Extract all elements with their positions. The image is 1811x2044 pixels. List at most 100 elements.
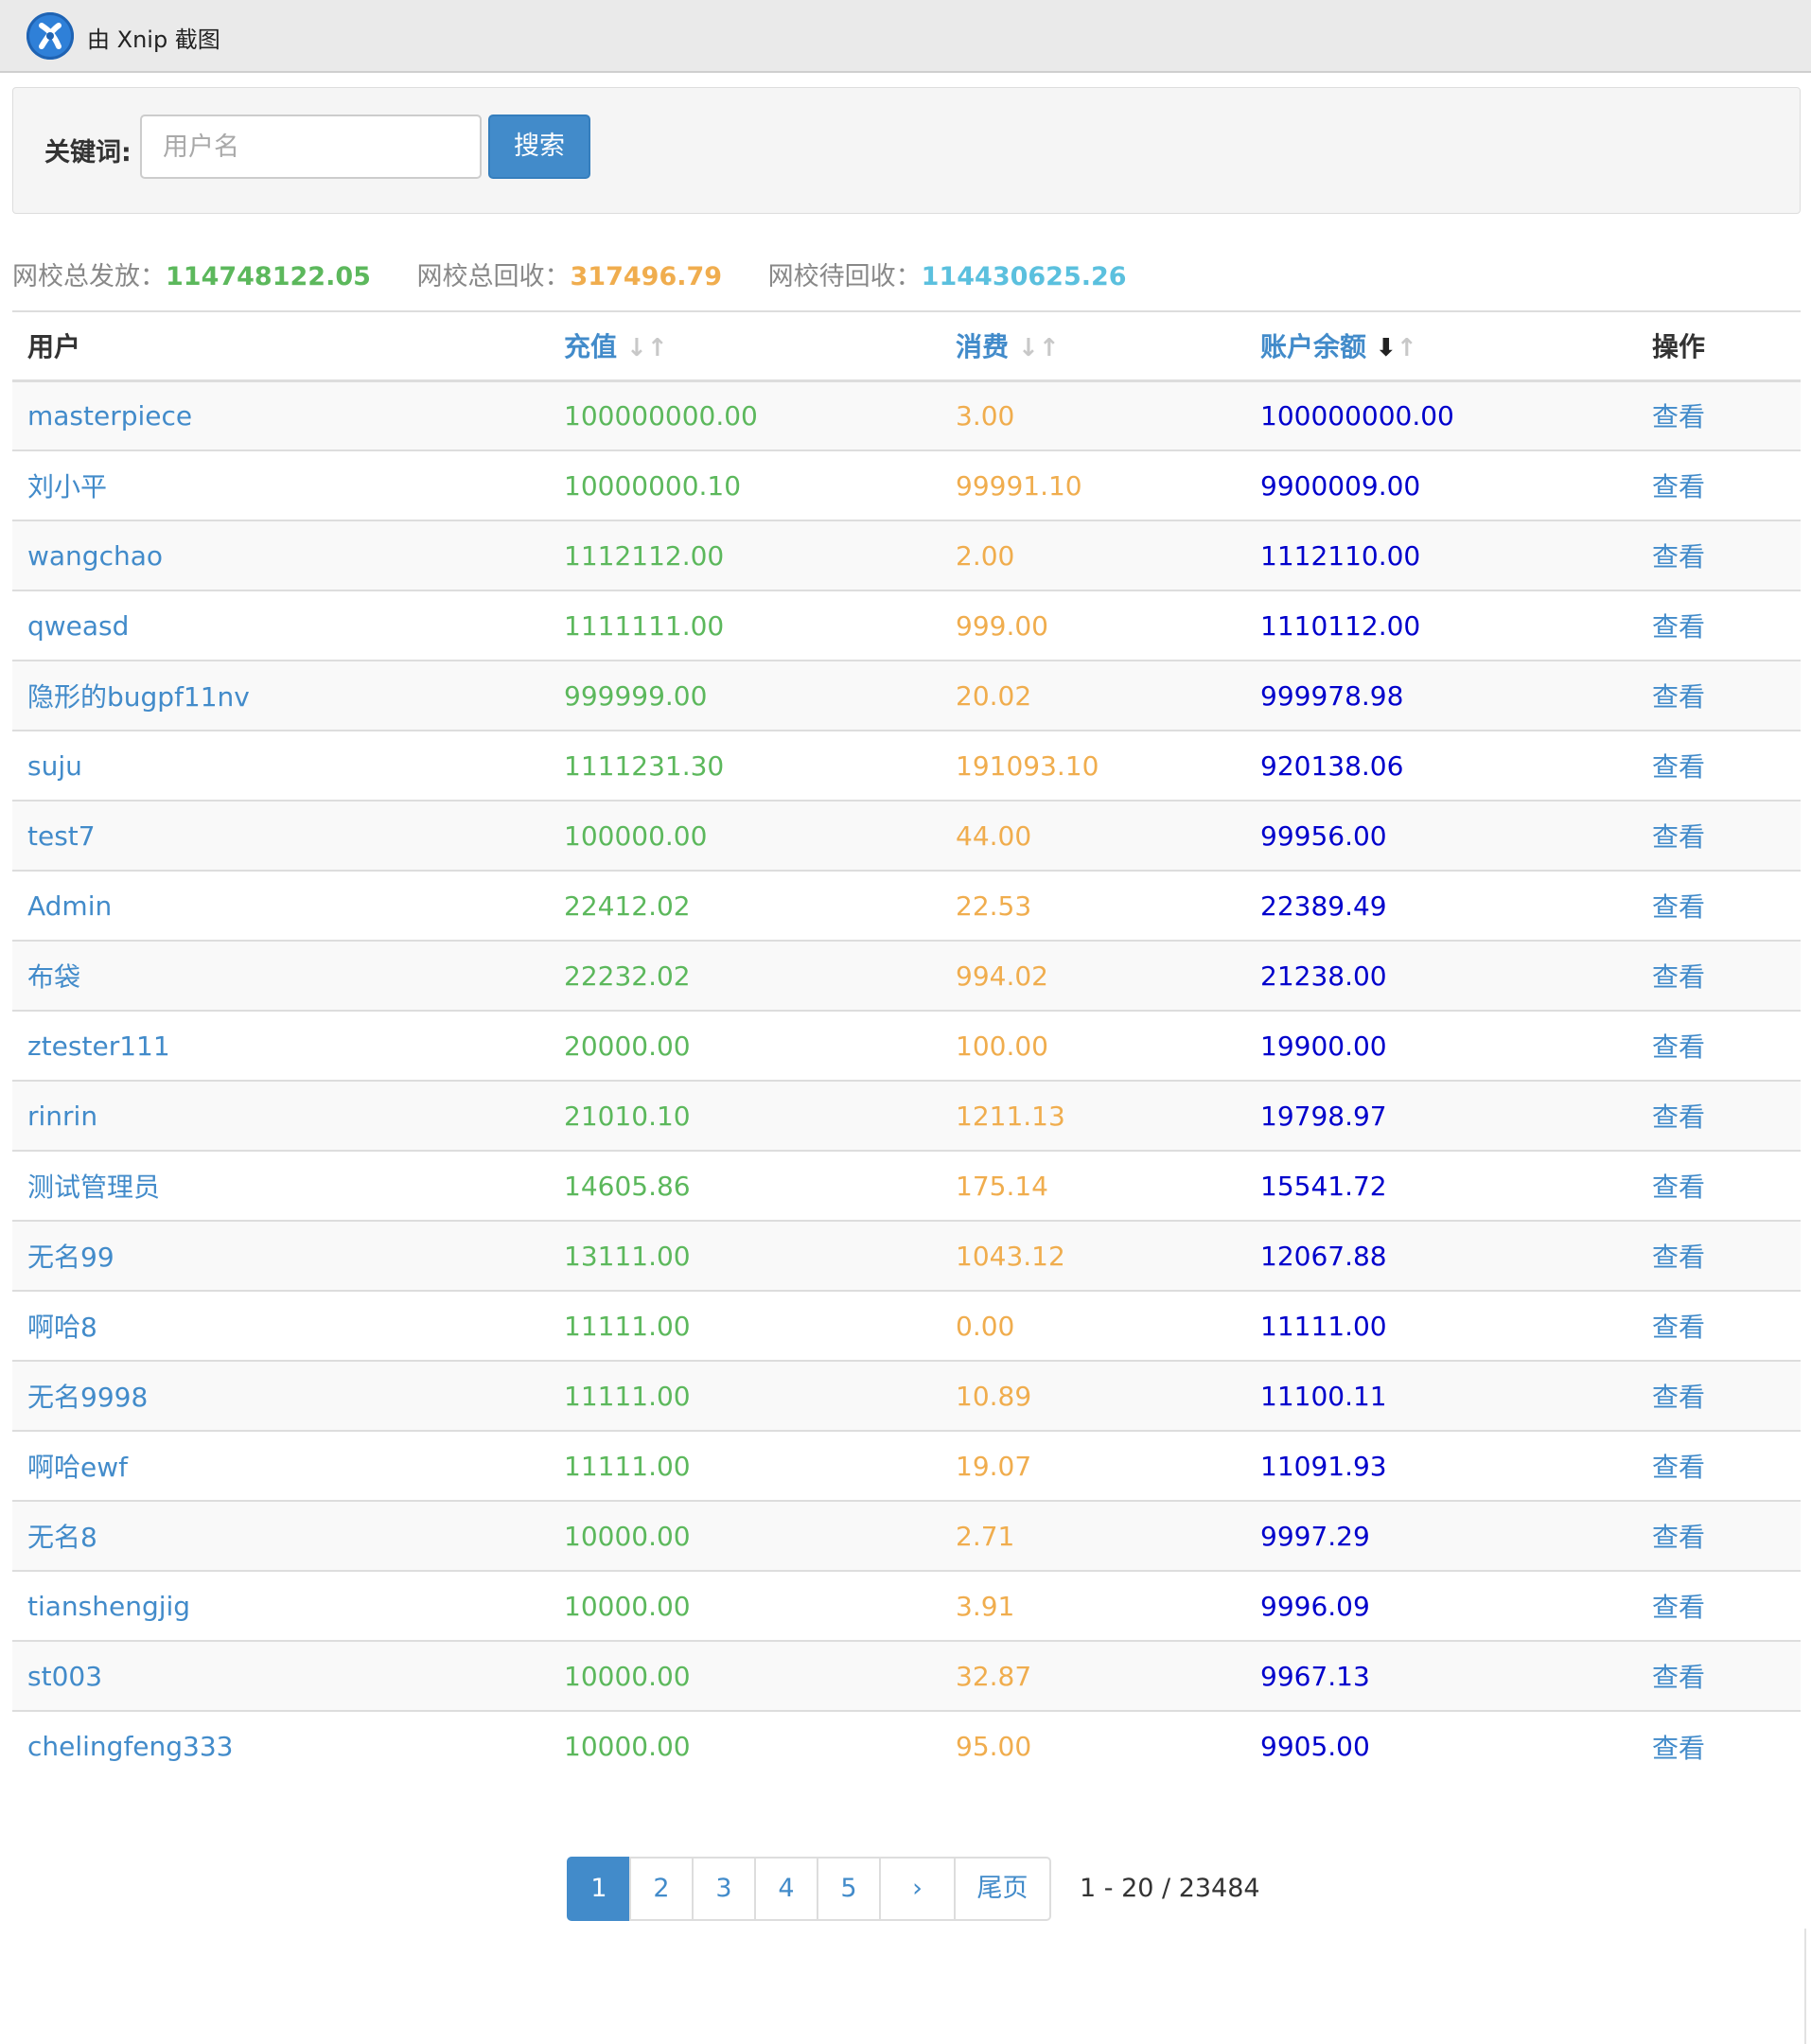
- stat-pending: 网校待回收：114430625.26: [767, 262, 1127, 291]
- user-link[interactable]: 布袋: [12, 940, 549, 1011]
- view-link[interactable]: 查看: [1637, 1290, 1801, 1361]
- balance-cell: 9905.00: [1245, 1710, 1637, 1781]
- spend-cell: 1211.13: [941, 1080, 1245, 1151]
- next-page-button[interactable]: ›: [879, 1857, 956, 1921]
- spend-cell: 2.71: [941, 1500, 1245, 1571]
- header-spend[interactable]: 消费 ↓↑: [941, 310, 1245, 382]
- view-link[interactable]: 查看: [1637, 449, 1801, 520]
- view-link[interactable]: 查看: [1637, 1710, 1801, 1781]
- user-balance-table: 用户 充值 ↓↑ 消费 ↓↑ 账户余额 ⬇↑ 操作 masterpiece 100000…: [12, 310, 1801, 1781]
- balance-cell: 920138.06: [1245, 730, 1637, 801]
- user-link[interactable]: st003: [12, 1640, 549, 1711]
- sort-down-active-icon[interactable]: ⬇: [1376, 334, 1397, 362]
- user-link[interactable]: rinrin: [12, 1080, 549, 1151]
- header-charge[interactable]: 充值 ↓↑: [549, 310, 941, 382]
- view-link[interactable]: 查看: [1637, 1430, 1801, 1501]
- user-link[interactable]: Admin: [12, 870, 549, 941]
- user-link[interactable]: wangchao: [12, 520, 549, 590]
- search-button[interactable]: 搜索: [488, 115, 590, 179]
- charge-cell: 11111.00: [549, 1430, 941, 1501]
- charge-cell: 10000.00: [549, 1640, 941, 1711]
- view-link[interactable]: 查看: [1637, 1500, 1801, 1571]
- user-link[interactable]: qweasd: [12, 590, 549, 661]
- summary-stats: 网校总发放：114748122.05 网校总回收：317496.79 网校待回收…: [12, 256, 1165, 292]
- user-link[interactable]: masterpiece: [12, 379, 549, 450]
- charge-cell: 1111231.30: [549, 730, 941, 801]
- spend-cell: 2.00: [941, 520, 1245, 590]
- view-link[interactable]: 查看: [1637, 660, 1801, 731]
- page-2-button[interactable]: 2: [629, 1857, 694, 1921]
- view-link[interactable]: 查看: [1637, 940, 1801, 1011]
- view-link[interactable]: 查看: [1637, 1150, 1801, 1221]
- stat-recovered: 网校总回收：317496.79: [416, 262, 723, 291]
- balance-cell: 9996.09: [1245, 1570, 1637, 1641]
- table-body: masterpiece 100000000.00 3.00 100000000.00 查…: [12, 379, 1801, 1781]
- spend-cell: 10.89: [941, 1360, 1245, 1431]
- sort-up-icon[interactable]: ↑: [1039, 334, 1060, 362]
- sort-down-icon[interactable]: ↓: [1018, 334, 1039, 362]
- page-3-button[interactable]: 3: [692, 1857, 756, 1921]
- balance-cell: 99956.00: [1245, 800, 1637, 871]
- user-link[interactable]: suju: [12, 730, 549, 801]
- charge-cell: 999999.00: [549, 660, 941, 731]
- stat-recovered-value: 317496.79: [570, 262, 723, 291]
- user-link[interactable]: ztester111: [12, 1010, 549, 1081]
- charge-cell: 10000.00: [549, 1570, 941, 1641]
- charge-cell: 1111111.00: [549, 590, 941, 661]
- header-user: 用户: [12, 310, 549, 382]
- user-link[interactable]: tianshengjig: [12, 1570, 549, 1641]
- sort-up-icon[interactable]: ↑: [647, 334, 668, 362]
- user-link[interactable]: 刘小平: [12, 449, 549, 520]
- view-link[interactable]: 查看: [1637, 520, 1801, 590]
- charge-cell: 14605.86: [549, 1150, 941, 1221]
- table-row: qweasd 1111111.00 999.00 1110112.00 查看: [12, 590, 1801, 661]
- balance-cell: 11100.11: [1245, 1360, 1637, 1431]
- sort-up-icon[interactable]: ↑: [1397, 334, 1417, 362]
- balance-cell: 21238.00: [1245, 940, 1637, 1011]
- window-edge: [1804, 1929, 1806, 2044]
- xnip-logo-icon: [26, 12, 74, 60]
- view-link[interactable]: 查看: [1637, 1640, 1801, 1711]
- spend-cell: 99991.10: [941, 449, 1245, 520]
- user-link[interactable]: 隐形的bugpf11nv: [12, 660, 549, 731]
- charge-cell: 10000000.10: [549, 449, 941, 520]
- username-search-input[interactable]: [140, 115, 482, 179]
- spend-cell: 3.00: [941, 379, 1245, 450]
- stat-issued: 网校总发放：114748122.05: [12, 262, 371, 291]
- user-link[interactable]: 啊哈8: [12, 1290, 549, 1361]
- spend-cell: 44.00: [941, 800, 1245, 871]
- table-row: 无名8 10000.00 2.71 9997.29 查看: [12, 1500, 1801, 1571]
- view-link[interactable]: 查看: [1637, 1360, 1801, 1431]
- balance-cell: 100000000.00: [1245, 379, 1637, 450]
- user-link[interactable]: 啊哈ewf: [12, 1430, 549, 1501]
- page-4-button[interactable]: 4: [754, 1857, 818, 1921]
- view-link[interactable]: 查看: [1637, 800, 1801, 871]
- header-balance[interactable]: 账户余额 ⬇↑: [1245, 310, 1637, 382]
- view-link[interactable]: 查看: [1637, 730, 1801, 801]
- sort-down-icon[interactable]: ↓: [626, 334, 647, 362]
- last-page-button[interactable]: 尾页: [954, 1857, 1051, 1921]
- user-link[interactable]: 测试管理员: [12, 1150, 549, 1221]
- view-link[interactable]: 查看: [1637, 1570, 1801, 1641]
- user-link[interactable]: test7: [12, 800, 549, 871]
- view-link[interactable]: 查看: [1637, 1010, 1801, 1081]
- table-row: 无名99 13111.00 1043.12 12067.88 查看: [12, 1220, 1801, 1291]
- user-link[interactable]: 无名8: [12, 1500, 549, 1571]
- charge-cell: 21010.10: [549, 1080, 941, 1151]
- table-row: chelingfeng333 10000.00 95.00 9905.00 查看: [12, 1710, 1801, 1781]
- view-link[interactable]: 查看: [1637, 870, 1801, 941]
- user-link[interactable]: 无名9998: [12, 1360, 549, 1431]
- view-link[interactable]: 查看: [1637, 1080, 1801, 1151]
- user-link[interactable]: chelingfeng333: [12, 1710, 549, 1781]
- view-link[interactable]: 查看: [1637, 1220, 1801, 1291]
- view-link[interactable]: 查看: [1637, 379, 1801, 450]
- user-link[interactable]: 无名99: [12, 1220, 549, 1291]
- table-row: st003 10000.00 32.87 9967.13 查看: [12, 1640, 1801, 1711]
- table-row: test7 100000.00 44.00 99956.00 查看: [12, 800, 1801, 871]
- page-5-button[interactable]: 5: [817, 1857, 881, 1921]
- header-action: 操作: [1637, 310, 1801, 382]
- charge-cell: 11111.00: [549, 1290, 941, 1361]
- view-link[interactable]: 查看: [1637, 590, 1801, 661]
- spend-cell: 3.91: [941, 1570, 1245, 1641]
- page-1-button[interactable]: 1: [567, 1857, 631, 1921]
